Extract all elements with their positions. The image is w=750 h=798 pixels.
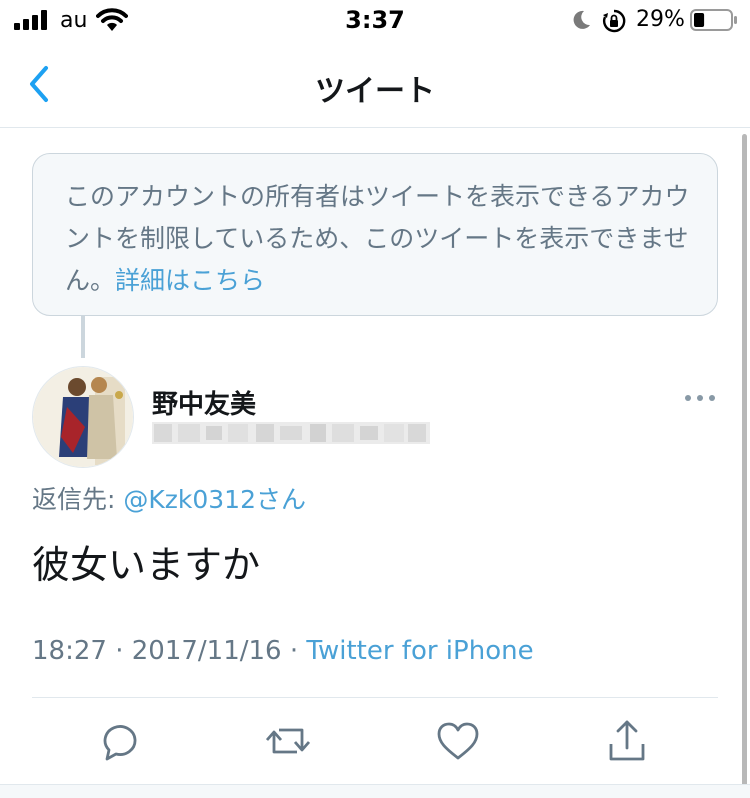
meta-separator: · <box>106 636 132 666</box>
reply-to-handle-link[interactable]: @Kzk0312さん <box>123 485 306 514</box>
tweet-time: 18:27 <box>32 636 107 666</box>
tweet-date: 2017/11/16 <box>131 636 282 666</box>
notice-text-block: このアカウントの所有者はツイートを表示できるアカウントを制限しているため、このツ… <box>65 176 693 302</box>
chevron-left-icon <box>30 66 48 102</box>
blurred-username <box>152 422 430 444</box>
retweet-button[interactable] <box>263 716 313 766</box>
status-bar: au 3:37 29% <box>0 0 750 44</box>
share-button[interactable] <box>602 716 652 766</box>
carrier-name: au <box>60 8 88 33</box>
tweet-metadata: 18:27 · 2017/11/16 · Twitter for iPhone <box>32 636 534 666</box>
moon-icon <box>573 10 590 29</box>
reply-icon <box>103 725 137 761</box>
more-horizontal-icon <box>685 395 715 401</box>
avatar-image <box>33 367 133 467</box>
signal-icon <box>14 10 47 30</box>
share-icon <box>609 720 645 761</box>
avatar[interactable] <box>32 366 134 468</box>
like-button[interactable] <box>433 716 483 766</box>
thread-connector-line <box>81 316 85 358</box>
like-icon <box>437 722 479 760</box>
tweet-source-link[interactable]: Twitter for iPhone <box>306 636 533 666</box>
bottom-band <box>0 784 750 798</box>
divider <box>32 697 718 698</box>
back-button[interactable] <box>20 62 60 106</box>
more-options-button[interactable] <box>680 386 720 410</box>
rotation-lock-icon <box>603 9 626 33</box>
battery-icon <box>690 9 737 31</box>
wifi-icon <box>96 8 128 31</box>
reply-label: 返信先: <box>32 485 124 514</box>
battery-fill <box>694 13 705 27</box>
navigation-bar: ツイート <box>0 44 750 128</box>
reply-context: 返信先: @Kzk0312さん <box>32 480 306 516</box>
restricted-tweet-notice: このアカウントの所有者はツイートを表示できるアカウントを制限しているため、このツ… <box>32 153 718 316</box>
meta-separator: · <box>281 636 307 666</box>
page-title: ツイート <box>315 74 435 109</box>
scroll-indicator <box>742 134 747 798</box>
learn-more-link[interactable]: 詳細はこちら <box>115 266 265 295</box>
reply-button[interactable] <box>95 716 145 766</box>
retweet-icon <box>265 728 311 754</box>
tweet-text: 彼女いますか <box>32 543 261 587</box>
battery-percent: 29% <box>636 7 685 32</box>
display-name: 野中友美 <box>152 390 257 420</box>
